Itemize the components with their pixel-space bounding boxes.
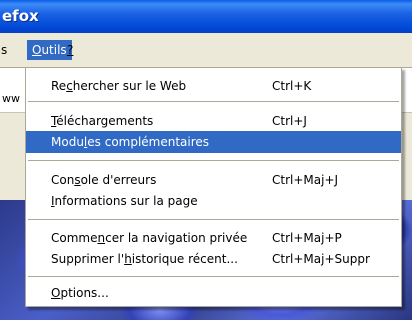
menu-separator: [28, 101, 399, 102]
menu-item-telechargements[interactable]: Téléchargements Ctrl+J: [26, 110, 401, 132]
menu-item-rechercher-web[interactable]: Rechercher sur le Web Ctrl+K: [26, 75, 401, 97]
menu-item-label: Console d'erreurs: [51, 173, 157, 187]
title-bar: efox: [0, 0, 412, 33]
menu-item-label: Téléchargements: [51, 114, 154, 128]
menu-item-label: Options...: [51, 286, 109, 300]
menu-item-shortcut: Ctrl+Maj+J: [272, 173, 339, 187]
menu-item-modules-complementaires[interactable]: Modules complémentaires: [26, 131, 401, 153]
menu-bar-item-partial[interactable]: s: [0, 40, 12, 60]
window-title: efox: [2, 7, 39, 25]
menu-item-label: Rechercher sur le Web: [51, 79, 187, 93]
menu-separator: [28, 276, 399, 277]
url-fragment: ww: [2, 92, 20, 105]
menu-separator: [28, 160, 399, 161]
menu-bar: s Outils ?: [0, 33, 412, 67]
menu-item-label: Supprimer l'historique récent...: [51, 252, 238, 266]
menu-item-label: Informations sur la page: [51, 194, 198, 208]
menu-item-informations-page[interactable]: Informations sur la page: [26, 190, 401, 212]
menu-item-shortcut: Ctrl+J: [272, 114, 307, 128]
menu-item-shortcut: Ctrl+K: [272, 79, 312, 93]
menu-item-options[interactable]: Options...: [26, 282, 401, 304]
menu-item-supprimer-historique[interactable]: Supprimer l'historique récent... Ctrl+Ma…: [26, 248, 401, 270]
menu-item-shortcut: Ctrl+Maj+Suppr: [272, 252, 370, 266]
menu-item-label: Commencer la navigation privée: [51, 231, 248, 245]
menu-item-navigation-privee[interactable]: Commencer la navigation privée Ctrl+Maj+…: [26, 227, 401, 249]
menu-bar-item-help[interactable]: ?: [62, 40, 78, 60]
outils-dropdown-menu: Rechercher sur le Web Ctrl+K Téléchargem…: [25, 67, 402, 307]
help-mnemonic: ?: [67, 43, 74, 57]
menu-item-shortcut: Ctrl+Maj+P: [272, 231, 342, 245]
menu-item-console-erreurs[interactable]: Console d'erreurs Ctrl+Maj+J: [26, 169, 401, 191]
menu-separator: [28, 219, 399, 220]
menu-item-label: Modules complémentaires: [51, 135, 210, 149]
